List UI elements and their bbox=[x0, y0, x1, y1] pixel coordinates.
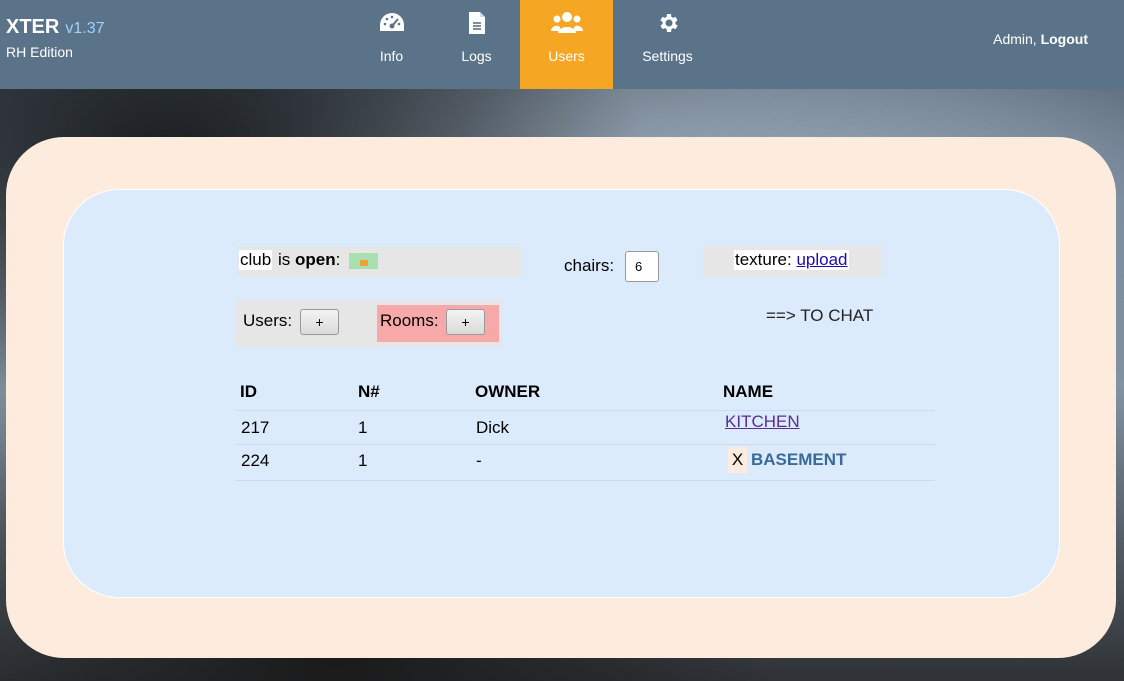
tab-label: Users bbox=[548, 48, 585, 64]
cell-id: 217 bbox=[241, 418, 270, 437]
texture-text: texture: bbox=[735, 250, 792, 269]
texture-box: texture: upload bbox=[703, 246, 882, 277]
user-area: Admin, Logout bbox=[993, 31, 1088, 47]
table-row: 224 1 - X BASEMENT bbox=[236, 444, 935, 481]
room-link[interactable]: KITCHEN bbox=[725, 412, 800, 432]
brand-version: v1.37 bbox=[65, 20, 105, 37]
document-icon bbox=[468, 11, 486, 35]
unlock-icon bbox=[359, 251, 369, 271]
top-navbar: XTER v1.37 RH Edition Info Logs Users Set… bbox=[0, 0, 1124, 89]
chairs-label: chairs: bbox=[564, 256, 615, 275]
tab-label: Info bbox=[379, 48, 404, 64]
cell-n: 1 bbox=[358, 418, 368, 437]
username: Admin, bbox=[993, 31, 1037, 47]
column-header-n: N# bbox=[358, 382, 380, 401]
users-label: Users: bbox=[243, 311, 293, 330]
tab-label: Settings bbox=[642, 48, 693, 64]
cell-owner: - bbox=[476, 451, 482, 470]
club-colon: : bbox=[335, 250, 341, 269]
lock-toggle[interactable] bbox=[349, 253, 378, 269]
cell-n: 1 bbox=[358, 451, 368, 470]
chairs-input[interactable]: 6 bbox=[625, 251, 659, 282]
tab-label: Logs bbox=[461, 48, 492, 64]
add-room-button[interactable]: + bbox=[446, 309, 485, 335]
column-header-owner: OWNER bbox=[475, 382, 541, 401]
upload-link[interactable]: upload bbox=[796, 250, 847, 269]
add-user-button[interactable]: + bbox=[300, 309, 339, 335]
room-name: BASEMENT bbox=[751, 450, 847, 469]
club-label: club bbox=[239, 250, 273, 270]
texture-label: texture: upload bbox=[734, 250, 849, 270]
rooms-box: Rooms: + bbox=[377, 305, 499, 342]
add-controls-box: Users: + Rooms: + bbox=[236, 300, 502, 347]
table-row: 217 1 Dick KITCHEN bbox=[236, 410, 935, 445]
delete-room-button[interactable]: X bbox=[728, 447, 747, 473]
club-state: open bbox=[295, 250, 336, 269]
inner-panel bbox=[63, 189, 1060, 598]
column-header-name: NAME bbox=[723, 382, 774, 401]
tab-settings[interactable]: Settings bbox=[636, 0, 699, 89]
gear-icon bbox=[655, 11, 681, 35]
brand: XTER v1.37 RH Edition bbox=[6, 16, 104, 60]
club-status-text: is open: bbox=[278, 250, 340, 270]
brand-name: XTER bbox=[6, 16, 60, 38]
cell-id: 224 bbox=[241, 451, 270, 470]
dashboard-icon bbox=[378, 11, 406, 35]
logout-link[interactable]: Logout bbox=[1041, 31, 1088, 47]
tab-users[interactable]: Users bbox=[520, 0, 613, 89]
users-icon bbox=[550, 11, 583, 35]
to-chat-link[interactable]: ==> TO CHAT bbox=[766, 306, 873, 326]
tab-info[interactable]: Info bbox=[366, 0, 417, 89]
club-is-text: is bbox=[278, 250, 291, 269]
club-status-box: club is open: bbox=[237, 247, 521, 277]
brand-edition: RH Edition bbox=[6, 44, 73, 60]
tab-logs[interactable]: Logs bbox=[453, 0, 500, 89]
column-header-id: ID bbox=[240, 382, 257, 401]
rooms-label: Rooms: bbox=[380, 311, 439, 330]
cell-owner: Dick bbox=[476, 418, 510, 437]
